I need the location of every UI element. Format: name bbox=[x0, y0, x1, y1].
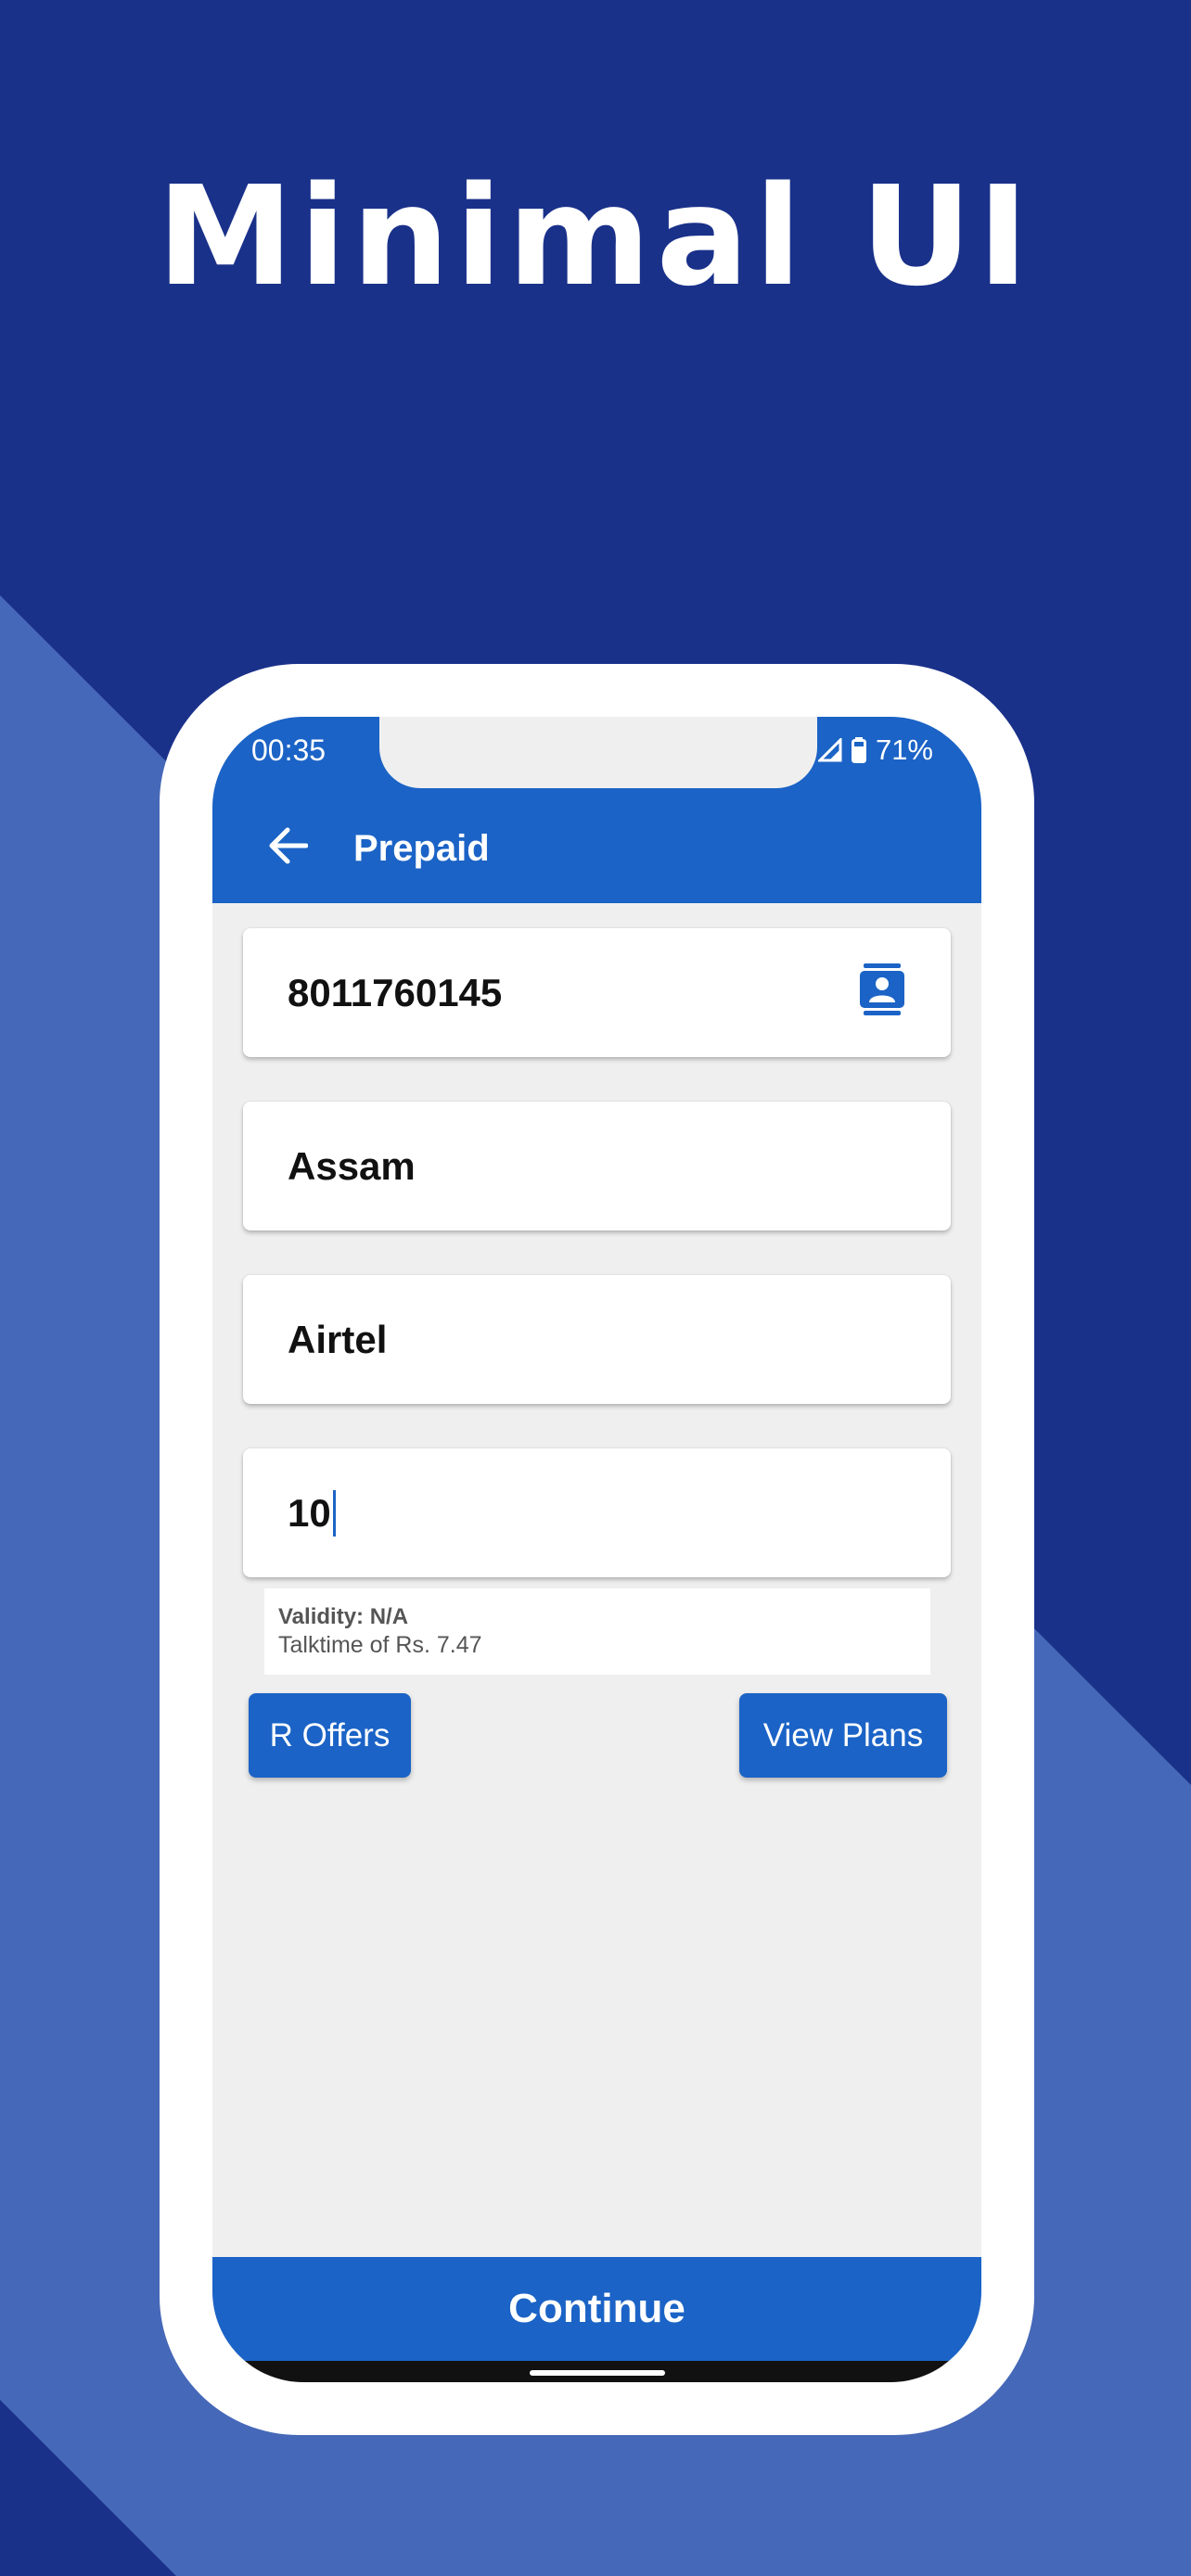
offer-info: Validity: N/A Talktime of Rs. 7.47 bbox=[264, 1588, 930, 1675]
view-plans-button[interactable]: View Plans bbox=[739, 1693, 947, 1778]
camera-notch bbox=[379, 717, 817, 788]
offer-talktime: Talktime of Rs. 7.47 bbox=[278, 1632, 482, 1658]
offer-validity: Validity: N/A bbox=[278, 1604, 409, 1629]
amount-input[interactable]: 10 bbox=[243, 1448, 951, 1577]
battery-percent: 71% bbox=[875, 733, 933, 766]
amount-value: 10 bbox=[288, 1490, 331, 1535]
operator-value: Airtel bbox=[288, 1317, 388, 1361]
text-cursor bbox=[332, 1489, 336, 1537]
operator-select[interactable]: Airtel bbox=[243, 1275, 951, 1404]
app-bar: 00:35 71% Prepaid bbox=[212, 717, 981, 903]
state-value: Assam bbox=[288, 1143, 416, 1188]
gesture-nav-bar bbox=[212, 2361, 981, 2382]
home-handle[interactable] bbox=[530, 2370, 665, 2376]
mobile-number-value: 8011760145 bbox=[288, 970, 503, 1014]
mobile-number-input[interactable]: 8011760145 bbox=[243, 928, 951, 1057]
state-select[interactable]: Assam bbox=[243, 1102, 951, 1231]
back-button[interactable] bbox=[259, 819, 316, 876]
continue-button[interactable]: Continue bbox=[212, 2257, 981, 2361]
phone-screen: 00:35 71% Prepaid 8011760145 Assam Airte… bbox=[212, 717, 981, 2382]
phone-frame: 00:35 71% Prepaid 8011760145 Assam Airte… bbox=[160, 664, 1034, 2435]
contact-picker-button[interactable] bbox=[858, 963, 906, 1019]
battery-icon bbox=[851, 737, 866, 763]
r-offers-button[interactable]: R Offers bbox=[249, 1693, 411, 1778]
promo-title: Minimal UI bbox=[157, 157, 1034, 316]
signal-icon bbox=[817, 738, 842, 762]
status-time: 00:35 bbox=[251, 733, 327, 767]
contact-book-icon bbox=[860, 963, 904, 1025]
arrow-left-icon bbox=[267, 827, 309, 869]
page-title: Prepaid bbox=[353, 828, 490, 869]
